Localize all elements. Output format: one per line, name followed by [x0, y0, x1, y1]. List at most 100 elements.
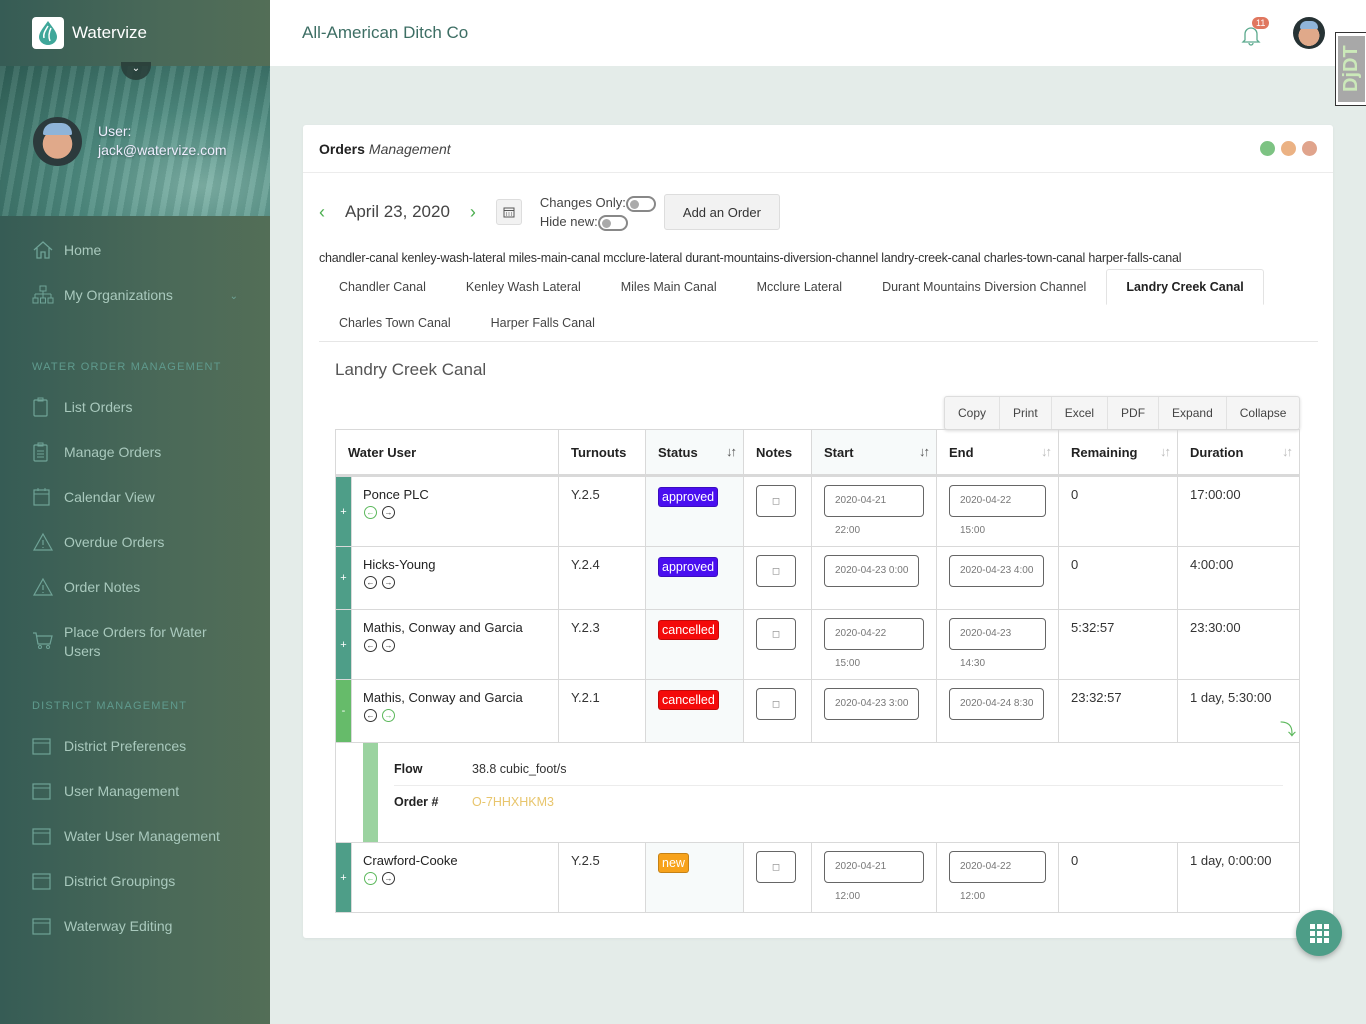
- sort-icon[interactable]: ↓↑: [1041, 444, 1052, 459]
- clipboard-list-icon: [33, 442, 48, 462]
- water-user-cell: Ponce PLC ← →: [351, 475, 559, 547]
- water-user-cell: Crawford-Cooke ← →: [351, 842, 559, 913]
- sidebar-item-waterway-editing[interactable]: Waterway Editing: [0, 916, 270, 961]
- row-expand-toggle[interactable]: -: [335, 679, 352, 743]
- row-expand-toggle[interactable]: +: [335, 475, 352, 547]
- debug-toolbar-handle[interactable]: DjDT: [1335, 32, 1366, 106]
- start-datetime-input[interactable]: 2020-04-21 22:00: [824, 485, 924, 536]
- collapse-button[interactable]: Collapse: [1227, 397, 1300, 429]
- column-header-remaining[interactable]: Remaining ↓↑: [1058, 429, 1178, 477]
- sort-icon[interactable]: ↓↑: [1282, 444, 1293, 459]
- notification-badge: 11: [1252, 17, 1270, 29]
- previous-order-icon[interactable]: ←: [364, 576, 377, 589]
- apps-menu-button[interactable]: [1296, 910, 1342, 956]
- next-order-icon[interactable]: →: [382, 709, 395, 722]
- next-order-icon[interactable]: →: [382, 872, 395, 885]
- sidebar-item-manage-orders[interactable]: Manage Orders: [0, 442, 270, 487]
- orders-table: Water User Turnouts Status ↓↑ Notes Start…: [335, 429, 1300, 913]
- water-user-name: Mathis, Conway and Garcia: [363, 690, 523, 705]
- date-navigation: ‹ April 23, 2020 › Changes Only: Hide ne…: [319, 194, 780, 231]
- user-avatar[interactable]: [33, 117, 82, 166]
- sidebar-item-list-orders[interactable]: List Orders: [0, 397, 270, 442]
- start-datetime-input[interactable]: 2020-04-21 12:00: [824, 851, 924, 902]
- note-button[interactable]: ◻: [756, 851, 796, 883]
- pdf-button[interactable]: PDF: [1108, 397, 1160, 429]
- debug-toolbar-label: DjDT: [1338, 36, 1365, 102]
- next-order-icon[interactable]: →: [382, 576, 395, 589]
- sidebar-item-place-orders[interactable]: Place Orders for Water Users: [0, 622, 270, 682]
- tab-mcclure-lateral[interactable]: Mcclure Lateral: [737, 269, 862, 305]
- sidebar-item-overdue-orders[interactable]: Overdue Orders: [0, 532, 270, 577]
- avatar[interactable]: [1293, 17, 1325, 49]
- sort-icon[interactable]: ↓↑: [1160, 444, 1171, 459]
- window-dot-orange[interactable]: [1281, 141, 1296, 156]
- tab-kenley-wash-lateral[interactable]: Kenley Wash Lateral: [446, 269, 601, 305]
- excel-button[interactable]: Excel: [1052, 397, 1109, 429]
- next-order-icon[interactable]: →: [382, 506, 395, 519]
- previous-order-icon[interactable]: ←: [364, 872, 377, 885]
- end-datetime-input[interactable]: 2020-04-22 12:00: [949, 851, 1046, 902]
- sidebar-item-order-notes[interactable]: Order Notes: [0, 577, 270, 622]
- expand-button[interactable]: Expand: [1159, 397, 1227, 429]
- tab-durant-mountains-diversion-channel[interactable]: Durant Mountains Diversion Channel: [862, 269, 1106, 305]
- chevron-down-icon[interactable]: ⌄: [230, 285, 238, 306]
- column-label: Water User: [348, 444, 417, 460]
- sidebar-item-district-groupings[interactable]: District Groupings: [0, 871, 270, 916]
- status-cell: approved: [645, 475, 744, 547]
- hide-new-toggle[interactable]: [597, 214, 628, 231]
- sort-icon[interactable]: ↓↑: [726, 444, 737, 459]
- sidebar-item-label: My Organizations: [64, 287, 173, 303]
- row-expand-toggle[interactable]: +: [335, 609, 352, 680]
- sidebar-item-user-management[interactable]: User Management: [0, 781, 270, 826]
- row-expand-toggle[interactable]: +: [335, 842, 352, 913]
- end-datetime-input[interactable]: 2020-04-23 4:00: [949, 555, 1045, 587]
- column-header-status[interactable]: Status ↓↑: [645, 429, 744, 477]
- next-order-icon[interactable]: →: [382, 639, 395, 652]
- print-button[interactable]: Print: [1000, 397, 1052, 429]
- sidebar-item-my-organizations[interactable]: My Organizations ⌄: [0, 285, 270, 330]
- note-button[interactable]: ◻: [756, 555, 796, 587]
- start-datetime-input[interactable]: 2020-04-23 0:00: [824, 555, 920, 587]
- changes-only-toggle[interactable]: [625, 195, 656, 212]
- brand[interactable]: Watervize: [0, 0, 270, 66]
- column-header-end[interactable]: End ↓↑: [936, 429, 1059, 477]
- previous-order-icon[interactable]: ←: [364, 709, 377, 722]
- tab-harper-falls-canal[interactable]: Harper Falls Canal: [471, 305, 615, 341]
- previous-order-icon[interactable]: ←: [364, 506, 377, 519]
- column-header-duration[interactable]: Duration ↓↑: [1177, 429, 1300, 477]
- note-button[interactable]: ◻: [756, 688, 796, 720]
- chevron-down-icon[interactable]: ⌄: [121, 62, 151, 80]
- section-title: DISTRICT MANAGEMENT: [32, 700, 188, 712]
- previous-order-icon[interactable]: ←: [364, 639, 377, 652]
- end-datetime-input[interactable]: 2020-04-22 15:00: [949, 485, 1046, 536]
- order-number-value[interactable]: O-7HHXHKM3: [472, 795, 554, 809]
- row-expand-toggle[interactable]: +: [335, 546, 352, 610]
- tab-landry-creek-canal[interactable]: Landry Creek Canal: [1106, 269, 1264, 305]
- window-dot-red[interactable]: [1302, 141, 1317, 156]
- collapse-arrow-icon[interactable]: ⤵: [1280, 716, 1296, 740]
- end-datetime-input[interactable]: 2020-04-24 8:30: [949, 688, 1045, 720]
- sidebar-item-calendar-view[interactable]: Calendar View: [0, 487, 270, 532]
- export-buttons: Copy Print Excel PDF Expand Collapse: [944, 396, 1301, 430]
- sidebar-item-water-user-management[interactable]: Water User Management: [0, 826, 270, 871]
- start-datetime-input[interactable]: 2020-04-23 3:00: [824, 688, 920, 720]
- chevron-right-icon[interactable]: ›: [470, 202, 484, 223]
- end-datetime-input[interactable]: 2020-04-23 14:30: [949, 618, 1046, 669]
- tab-charles-town-canal[interactable]: Charles Town Canal: [319, 305, 471, 341]
- column-header-start[interactable]: Start ↓↑: [811, 429, 937, 477]
- copy-button[interactable]: Copy: [945, 397, 1001, 429]
- chevron-left-icon[interactable]: ‹: [319, 202, 333, 223]
- calendar-picker-button[interactable]: [495, 199, 522, 225]
- tab-miles-main-canal[interactable]: Miles Main Canal: [601, 269, 737, 305]
- sidebar-item-home[interactable]: Home: [0, 240, 270, 285]
- sidebar-item-district-preferences[interactable]: District Preferences: [0, 736, 270, 781]
- sort-icon[interactable]: ↓↑: [919, 444, 930, 459]
- note-button[interactable]: ◻: [756, 618, 796, 650]
- window-dot-green[interactable]: [1260, 141, 1275, 156]
- start-datetime-input[interactable]: 2020-04-22 15:00: [824, 618, 924, 669]
- remaining-cell: 0: [1058, 842, 1178, 913]
- turnout-cell: Y.2.5: [558, 475, 646, 547]
- add-order-button[interactable]: Add an Order: [663, 194, 780, 230]
- tab-chandler-canal[interactable]: Chandler Canal: [319, 269, 446, 305]
- note-button[interactable]: ◻: [756, 485, 796, 517]
